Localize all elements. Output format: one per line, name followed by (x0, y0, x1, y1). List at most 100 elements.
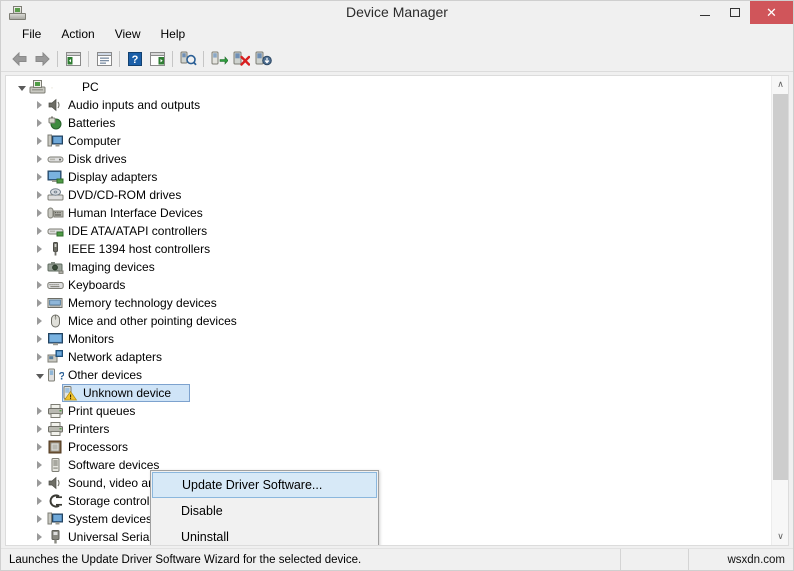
tree-root-prefix: · (50, 79, 54, 95)
tree-row-software-devices[interactable]: Software devices (6, 456, 770, 474)
expander-disk-drives[interactable] (32, 150, 47, 168)
properties-icon[interactable] (93, 48, 115, 69)
scrollbar-thumb[interactable] (773, 94, 788, 480)
expander-mice[interactable] (32, 312, 47, 330)
ide-controller-icon (47, 223, 64, 239)
forward-icon[interactable] (31, 48, 53, 69)
expander-batteries[interactable] (32, 114, 47, 132)
monitor-icon (47, 331, 64, 347)
view-icon[interactable] (146, 48, 168, 69)
computer-icon (47, 133, 64, 149)
menu-file[interactable]: File (13, 25, 50, 44)
expander-usb-controllers[interactable] (32, 528, 47, 546)
expander-processors[interactable] (32, 438, 47, 456)
tree-scrollbar[interactable]: ∧ ∨ (771, 76, 788, 545)
tree-row-system-devices[interactable]: System devices (6, 510, 770, 528)
tree-row-keyboards[interactable]: Keyboards (6, 276, 770, 294)
tree-row-batteries[interactable]: Batteries (6, 114, 770, 132)
close-button[interactable]: ✕ (750, 1, 793, 24)
expander-ieee1394[interactable] (32, 240, 47, 258)
expander-software-devices[interactable] (32, 456, 47, 474)
device-tree-panel: · PC Audio inputs and outputs (5, 75, 789, 546)
unknown-device-warning-icon (62, 385, 79, 401)
expander-ide[interactable] (32, 222, 47, 240)
watermark: wsxdn.com (689, 549, 793, 570)
tree-row-unknown-device[interactable]: Unknown device (6, 384, 770, 402)
expander-imaging[interactable] (32, 258, 47, 276)
scroll-down-button[interactable]: ∨ (772, 528, 789, 545)
tree-content-area: · PC Audio inputs and outputs (1, 72, 793, 548)
help-icon[interactable]: ? (124, 48, 146, 69)
tree-label: Printers (68, 421, 109, 437)
tree-row-sound-video[interactable]: Sound, video and game controllers (6, 474, 770, 492)
menu-action[interactable]: Action (52, 25, 103, 44)
tree-root-label: PC (82, 79, 99, 95)
tree-row-disk-drives[interactable]: Disk drives (6, 150, 770, 168)
expander-network[interactable] (32, 348, 47, 366)
tree-row-ide[interactable]: IDE ATA/ATAPI controllers (6, 222, 770, 240)
tree-row-display-adapters[interactable]: Display adapters (6, 168, 770, 186)
expander-system-devices[interactable] (32, 510, 47, 528)
context-menu[interactable]: Update Driver Software... Disable Uninst… (150, 470, 379, 546)
show-hide-console-tree-icon[interactable] (62, 48, 84, 69)
tree-label: Monitors (68, 331, 114, 347)
tree-row-hid[interactable]: Human Interface Devices (6, 204, 770, 222)
expander-monitors[interactable] (32, 330, 47, 348)
tree-row-dvd[interactable]: DVD/CD-ROM drives (6, 186, 770, 204)
tree-label: Software devices (68, 457, 159, 473)
usb-controller-icon (47, 529, 64, 545)
tree-row-monitors[interactable]: Monitors (6, 330, 770, 348)
uninstall-device-icon[interactable] (230, 48, 252, 69)
expander-computer[interactable] (32, 132, 47, 150)
expander-other-devices[interactable] (32, 366, 47, 384)
toolbar-separator (57, 51, 58, 67)
device-tree[interactable]: · PC Audio inputs and outputs (6, 78, 770, 545)
tree-row-storage-controllers[interactable]: Storage controllers (6, 492, 770, 510)
expander-dvd[interactable] (32, 186, 47, 204)
disable-device-icon[interactable] (252, 48, 274, 69)
tree-label: IDE ATA/ATAPI controllers (68, 223, 207, 239)
menu-help[interactable]: Help (152, 25, 195, 44)
update-driver-software-icon[interactable] (208, 48, 230, 69)
expander-printers[interactable] (32, 420, 47, 438)
expander-display-adapters[interactable] (32, 168, 47, 186)
tree-row-root[interactable]: · PC (6, 78, 770, 96)
tree-row-imaging[interactable]: Imaging devices (6, 258, 770, 276)
window-controls: ✕ (690, 1, 793, 24)
tree-row-memory[interactable]: Memory technology devices (6, 294, 770, 312)
tree-row-audio[interactable]: Audio inputs and outputs (6, 96, 770, 114)
maximize-button[interactable] (720, 1, 750, 24)
tree-row-ieee1394[interactable]: IEEE 1394 host controllers (6, 240, 770, 258)
tree-label: IEEE 1394 host controllers (68, 241, 210, 257)
back-icon[interactable] (9, 48, 31, 69)
tree-row-processors[interactable]: Processors (6, 438, 770, 456)
expander-print-queues[interactable] (32, 402, 47, 420)
computer-root-icon (29, 79, 46, 95)
tree-row-printers[interactable]: Printers (6, 420, 770, 438)
tree-row-print-queues[interactable]: Print queues (6, 402, 770, 420)
context-menu-item-update-driver-software[interactable]: Update Driver Software... (152, 472, 377, 498)
tree-label: Display adapters (68, 169, 157, 185)
tree-row-computer[interactable]: Computer (6, 132, 770, 150)
expander-audio[interactable] (32, 96, 47, 114)
expander-hid[interactable] (32, 204, 47, 222)
expander-root[interactable] (14, 78, 29, 96)
scan-for-hardware-changes-icon[interactable] (177, 48, 199, 69)
network-adapter-icon (47, 349, 64, 365)
context-menu-item-uninstall[interactable]: Uninstall (151, 524, 378, 546)
expander-keyboards[interactable] (32, 276, 47, 294)
expander-sound-video[interactable] (32, 474, 47, 492)
memory-icon (47, 295, 64, 311)
expander-storage-controllers[interactable] (32, 492, 47, 510)
display-adapter-icon (47, 169, 64, 185)
tree-row-network[interactable]: Network adapters (6, 348, 770, 366)
minimize-button[interactable] (690, 1, 720, 24)
tree-row-usb-controllers[interactable]: Universal Serial Bus controllers (6, 528, 770, 546)
menu-view[interactable]: View (106, 25, 150, 44)
context-menu-item-disable[interactable]: Disable (151, 498, 378, 524)
scroll-up-button[interactable]: ∧ (772, 76, 789, 93)
tree-label: System devices (68, 511, 152, 527)
tree-row-mice[interactable]: Mice and other pointing devices (6, 312, 770, 330)
expander-memory[interactable] (32, 294, 47, 312)
tree-row-other-devices[interactable]: ? Other devices (6, 366, 770, 384)
